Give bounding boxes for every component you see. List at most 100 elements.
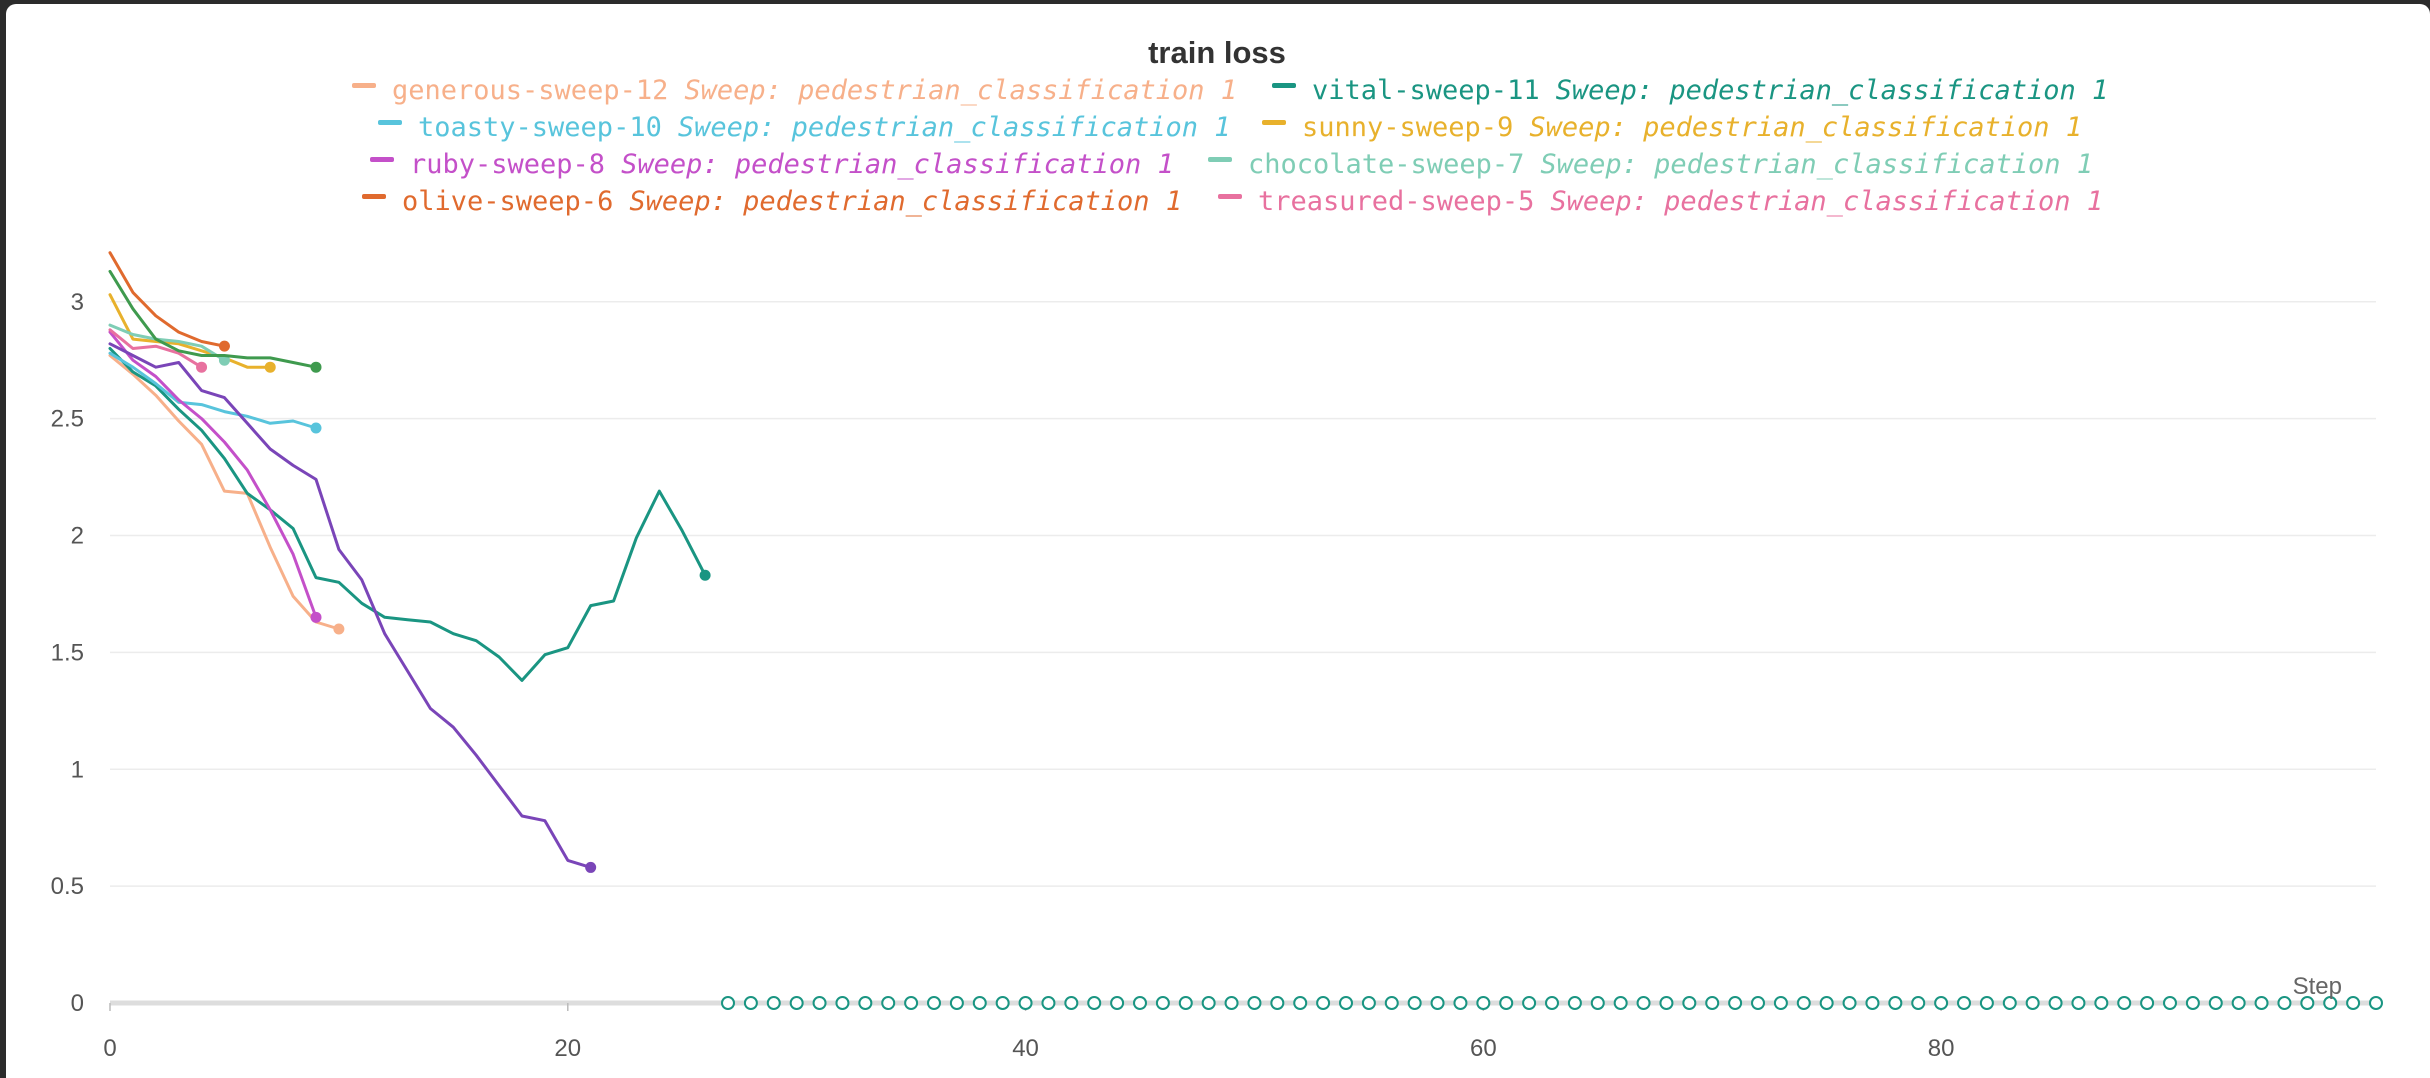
zero-point-marker (1567, 996, 1582, 1010)
legend-item[interactable]: toasty-sweep-10 Sweep: pedestrian_classif… (378, 112, 1231, 143)
train-loss-chart: 0 0.5 1 1.5 2 2.5 3 0 20 40 60 80 train loss genero… (51, 35, 2383, 1062)
x-tick-label: 20 (554, 1035, 581, 1062)
legend-item[interactable]: treasured-sweep-5 Sweep: pedestrian_class… (1218, 186, 2103, 217)
legend-label: ruby-sweep-8 Sweep: pedestrian_classifica… (410, 149, 1174, 180)
legend-run-name: vital-sweep-11 (1312, 75, 1540, 106)
legend-run-name: ruby-sweep-8 (410, 149, 605, 180)
y-tick-label: 0 (71, 990, 84, 1017)
legend-sweep-name: Sweep: pedestrian_classification 1 (678, 112, 1231, 143)
zero-point-marker (1659, 996, 1674, 1010)
legend-run-name: chocolate-sweep-7 (1248, 149, 1524, 180)
legend-sweep-name: Sweep: pedestrian_classification 1 (1556, 75, 2109, 106)
y-tick-label: 1.5 (51, 639, 84, 666)
zero-point-marker (1270, 996, 1285, 1010)
zero-point-marker (995, 996, 1010, 1010)
zero-point-marker (1957, 996, 1971, 1010)
zero-point-marker (1979, 996, 1994, 1010)
series-end-point[interactable] (699, 569, 711, 581)
legend-item[interactable]: vital-sweep-11 Sweep: pedestrian_classifi… (1272, 75, 2108, 106)
legend-item[interactable]: generous-sweep-12 Sweep: pedestrian_class… (352, 75, 1237, 106)
legend-label: toasty-sweep-10 Sweep: pedestrian_classif… (418, 112, 1231, 143)
zero-point-marker (789, 996, 804, 1010)
legend-swatch (1262, 120, 1286, 125)
zero-point-marker (1247, 996, 1262, 1010)
legend-sweep-name: Sweep: pedestrian_classification 1 (1550, 186, 2103, 217)
grid-lines (110, 301, 2376, 887)
series-line[interactable] (108, 330, 318, 619)
legend-label: generous-sweep-12 Sweep: pedestrian_class… (392, 75, 1237, 106)
legend-item[interactable]: sunny-sweep-9 Sweep: pedestrian_classific… (1262, 112, 2082, 143)
zero-point-marker (2277, 996, 2292, 1010)
zero-point-marker (1041, 996, 1056, 1010)
legend-run-name: generous-sweep-12 (392, 75, 668, 106)
series-end-point[interactable] (585, 861, 597, 873)
zero-point-marker (1316, 996, 1331, 1010)
zero-point-marker (904, 996, 919, 1010)
zero-point-marker (1224, 996, 1239, 1010)
legend-label: sunny-sweep-9 Sweep: pedestrian_classific… (1302, 112, 2082, 143)
zero-point-marker (1819, 996, 1834, 1010)
series-line[interactable] (108, 347, 707, 682)
series-end-point[interactable] (218, 340, 230, 352)
x-tick-label: 0 (103, 1035, 116, 1062)
zero-point-marker (1064, 996, 1079, 1010)
zero-point-marker (812, 996, 827, 1010)
x-axis-label: Step (2293, 973, 2342, 1000)
y-tick-label: 3 (71, 289, 84, 316)
legend-sweep-name: Sweep: pedestrian_classification 1 (621, 149, 1174, 180)
zero-point-marker (2048, 996, 2063, 1010)
series-end-point[interactable] (333, 623, 345, 635)
zero-point-marker (1545, 996, 1559, 1010)
x-tick-label: 40 (1012, 1035, 1039, 1062)
series-end-point[interactable] (310, 422, 322, 434)
zero-point-marker (1522, 996, 1537, 1010)
legend-label: chocolate-sweep-7 Sweep: pedestrian_class… (1248, 149, 2093, 180)
legend-run-name: sunny-sweep-9 (1302, 112, 1513, 143)
axes: 0 0.5 1 1.5 2 2.5 3 0 20 40 60 80 (51, 289, 2376, 1062)
zero-point-marker (1590, 996, 1605, 1010)
legend-sweep-name: Sweep: pedestrian_classification 1 (629, 186, 1182, 217)
series-end-point[interactable] (310, 611, 322, 623)
zero-point-marker (1705, 996, 1720, 1010)
zero-point-marker (1865, 996, 1880, 1010)
series-end-point[interactable] (196, 361, 208, 373)
x-tick-label: 80 (1928, 1035, 1955, 1062)
zero-point-marker (1133, 996, 1147, 1010)
zero-point-marker (2117, 996, 2132, 1010)
legend-swatch (370, 157, 394, 162)
legend-item[interactable]: chocolate-sweep-7 Sweep: pedestrian_class… (1208, 149, 2093, 180)
series-end-point[interactable] (264, 361, 276, 373)
zero-point-marker (1453, 996, 1468, 1010)
zero-point-marker (1178, 996, 1193, 1010)
zero-point-marker (1728, 996, 1743, 1010)
zero-point-marker (1934, 996, 1949, 1010)
legend-item[interactable]: ruby-sweep-8 Sweep: pedestrian_classifica… (370, 149, 1174, 180)
legend-label: treasured-sweep-5 Sweep: pedestrian_class… (1258, 186, 2103, 217)
zero-point-marker (1911, 996, 1926, 1010)
series-lines[interactable] (108, 251, 711, 873)
zero-point-marker (1430, 996, 1445, 1010)
series-end-point[interactable] (310, 361, 322, 373)
legend-item[interactable]: olive-sweep-6 Sweep: pedestrian_classific… (362, 186, 1182, 217)
zero-point-marker (2094, 996, 2109, 1010)
legend-sweep-name: Sweep: pedestrian_classification 1 (684, 75, 1237, 106)
y-tick-label: 0.5 (51, 873, 84, 900)
zero-point-marker (1361, 996, 1376, 1010)
zero-point-marker (972, 996, 987, 1010)
legend-sweep-name: Sweep: pedestrian_classification 1 (1540, 149, 2093, 180)
zero-point-marker (1384, 996, 1399, 1010)
legend-swatch (378, 120, 402, 125)
legend-swatch (1218, 194, 1242, 199)
chart-title: train loss (1148, 35, 1286, 70)
zero-point-marker (2140, 996, 2155, 1010)
zero-point-marker (2346, 996, 2361, 1010)
zero-point-marker (766, 996, 781, 1010)
legend-run-name: toasty-sweep-10 (418, 112, 662, 143)
zero-point-marker (1888, 996, 1903, 1010)
zero-point-marker (1476, 996, 1491, 1010)
zero-point-marker (2002, 996, 2017, 1010)
y-tick-label: 2 (71, 523, 84, 550)
zero-point-marker (721, 996, 735, 1010)
zero-point-marker (2025, 996, 2040, 1010)
legend-swatch (362, 194, 386, 199)
